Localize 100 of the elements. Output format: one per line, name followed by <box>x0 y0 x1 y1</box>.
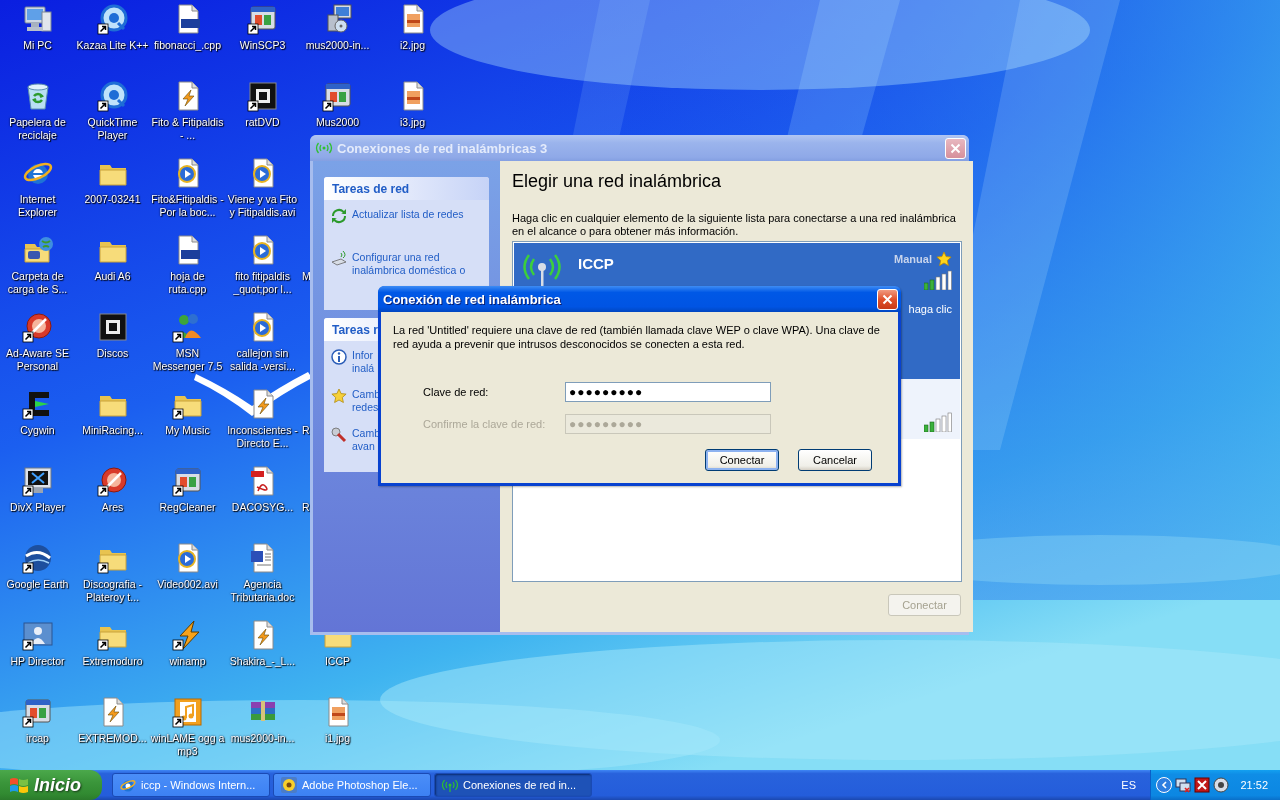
chevron-icon <box>1160 781 1168 789</box>
program-icon[interactable] <box>321 80 354 112</box>
icon-label: Papelera de reciclaje <box>8 116 67 142</box>
language-indicator[interactable]: ES <box>1121 779 1136 791</box>
icon-label: Audi A6 <box>93 270 132 283</box>
round-emblem-icon[interactable] <box>21 311 54 343</box>
program-icon[interactable] <box>171 465 204 497</box>
star-icon <box>331 388 347 404</box>
icon-label: fibonacci_.cpp <box>152 39 223 52</box>
flag-icon <box>9 776 29 794</box>
icon-label: i1.jpg <box>323 732 352 745</box>
folder-globe-icon[interactable] <box>21 234 54 266</box>
icon-label: Discos <box>95 347 130 360</box>
icon-label: Kazaa Lite K++ <box>75 39 150 52</box>
icon-label: i2.jpg <box>398 39 427 52</box>
globe-icon[interactable] <box>21 542 54 574</box>
icon-label: i3.jpg <box>398 116 427 129</box>
dark-square-icon[interactable] <box>96 311 129 343</box>
icon-label: Cygwin <box>19 424 56 437</box>
icon-label: WinSCP3 <box>238 39 287 52</box>
icon-label: hoja de ruta.cpp <box>167 270 208 296</box>
speaker-icon[interactable] <box>1213 777 1229 793</box>
signal-strength-icon <box>924 412 952 432</box>
start-button[interactable]: Inicio <box>0 770 102 800</box>
close-icon <box>882 293 893 305</box>
icon-label: MSN Messenger 7.5 <box>151 347 224 373</box>
program-icon[interactable] <box>21 696 54 728</box>
icon-label: DACOSYG... <box>230 501 295 514</box>
browser-icon <box>120 777 136 793</box>
icon-label: Ad-Aware SE Personal <box>5 347 70 373</box>
shield-icon[interactable] <box>1194 777 1210 793</box>
icon-label: mus2000-in... <box>229 732 296 745</box>
network-name: ICCP <box>578 254 615 272</box>
taskbar-button[interactable]: iccp - Windows Intern... <box>112 773 270 797</box>
page-heading: Elegir una red inalámbrica <box>512 171 723 192</box>
signal-strength-icon <box>924 270 952 290</box>
icon-label: fito fitipaldis _quot;por l... <box>232 270 293 296</box>
taskbar-button[interactable]: Conexiones de red in... <box>434 773 592 797</box>
task-link[interactable]: Configurar una red inalámbrica doméstica o <box>352 251 466 277</box>
icon-label: Mus2000 <box>314 116 361 129</box>
icon-label: My Music <box>164 424 211 437</box>
icon-label: Ares <box>100 501 125 514</box>
icon-label: MiniRacing... <box>81 424 144 437</box>
computer-icon[interactable] <box>21 3 54 35</box>
show-icons-button[interactable] <box>1156 777 1172 793</box>
icon-label: DivX Player <box>9 501 66 514</box>
icon-label: Google Earth <box>5 578 70 591</box>
icon-label: Fito&Fitipaldis - Por la boc... <box>150 193 225 219</box>
icon-label: RegCleaner <box>158 501 217 514</box>
icon-label: mus2000-in... <box>304 39 371 52</box>
icon-label: R <box>302 424 310 437</box>
music-icon[interactable] <box>171 696 204 728</box>
network-mode: Manual <box>894 253 932 265</box>
flower-icon <box>281 777 297 793</box>
icon-label: ratDVD <box>244 116 281 129</box>
icon-label: Video002.avi <box>156 578 219 591</box>
round-emblem-icon[interactable] <box>96 465 129 497</box>
window-title: Conexiones de red inalámbricas 3 <box>337 140 549 156</box>
network-details: haga clic <box>908 303 952 315</box>
player-icon[interactable] <box>96 3 129 35</box>
network-icon[interactable] <box>1175 777 1191 793</box>
icon-label: Agencia Tributaria.doc <box>229 578 296 604</box>
icon-label: M <box>302 270 311 283</box>
info-icon <box>331 349 347 365</box>
icon-label: Extremoduro <box>81 655 144 668</box>
icon-label: HP Director <box>9 655 66 668</box>
icon-label: Shakira_-_L... <box>228 655 297 668</box>
dialog-button[interactable]: Cancelar <box>798 449 872 471</box>
instructions-text: Haga clic en cualquier elemento de la siguiente lista para conectarse a una red inalámbrica en el alcance o para obtener más información. <box>512 212 957 238</box>
dialog-button[interactable]: Conectar <box>705 449 779 471</box>
people-icon[interactable] <box>171 311 204 343</box>
task-link[interactable]: Actualizar lista de redes <box>352 208 464 221</box>
dark-square-icon[interactable] <box>246 80 279 112</box>
field-label: Confirme la clave de red: <box>423 418 547 430</box>
icon-label: Carpeta de carga de S... <box>6 270 69 296</box>
player-icon[interactable] <box>96 80 129 112</box>
monitor-icon[interactable] <box>21 465 54 497</box>
icon-label: Inconscientes - Directo E... <box>226 424 299 450</box>
task-link[interactable]: Infor inalá <box>352 349 375 375</box>
icon-label: R <box>302 501 310 514</box>
task-box-header: Tareas de red <box>324 177 489 200</box>
refresh-icon <box>331 208 347 224</box>
icon-label: winLAME ogg a mp3 <box>150 732 225 758</box>
program-icon[interactable] <box>246 3 279 35</box>
window-title: Conexión de red inalámbrica <box>383 291 562 307</box>
wireless-router-icon <box>331 251 347 267</box>
icon-label: callejon sin salida -versi... <box>229 347 296 373</box>
wireless-icon <box>315 142 333 154</box>
icon-label: Discografia - Plateroy t... <box>82 578 143 604</box>
close-icon <box>950 142 961 154</box>
icon-label: winamp <box>168 655 207 668</box>
icon-label: ircap <box>25 732 50 745</box>
icon-label: ICCP <box>323 655 352 668</box>
icon-label: Mi PC <box>22 39 53 52</box>
password-field[interactable]: ●●●●●●●●● <box>565 382 771 402</box>
taskbar-button[interactable]: Adobe Photoshop Ele... <box>273 773 431 797</box>
icon-label: EXTREMOD... <box>77 732 148 745</box>
portrait-icon[interactable] <box>21 619 54 651</box>
icon-label: Fito & Fitipaldis - ... <box>150 116 225 142</box>
close-button[interactable] <box>877 288 898 310</box>
